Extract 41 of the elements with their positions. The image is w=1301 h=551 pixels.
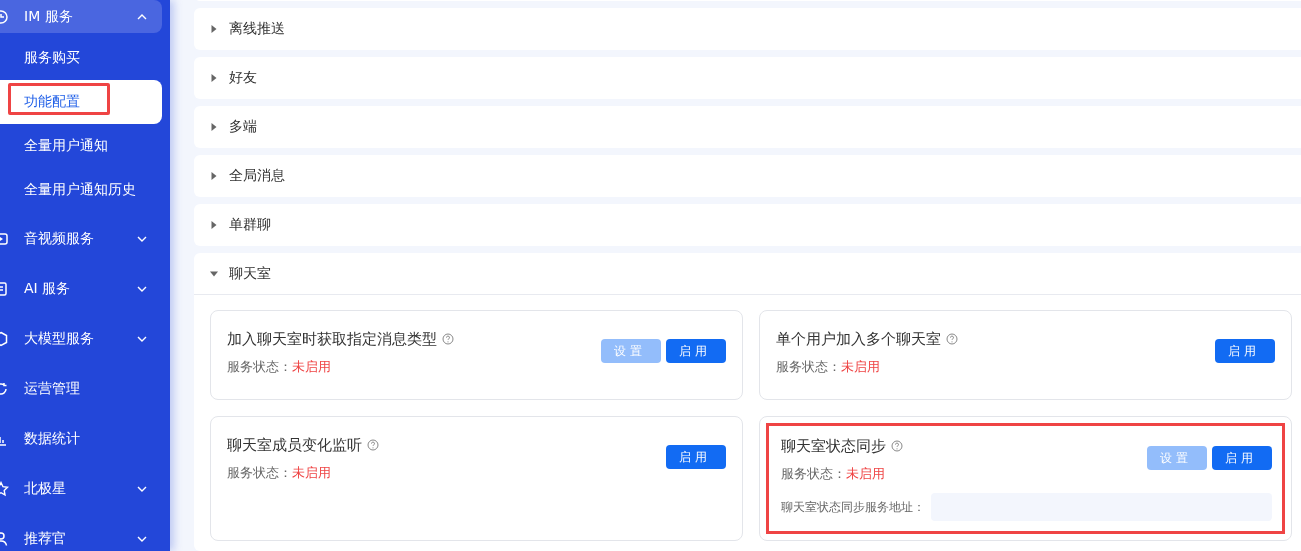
- card-title: 聊天室状态同步: [781, 437, 886, 455]
- sidebar-group[interactable]: AI 服务: [0, 264, 162, 314]
- caret-right-icon: [210, 25, 218, 33]
- panel-header[interactable]: 好友: [194, 57, 1301, 99]
- help-icon[interactable]: [442, 333, 454, 345]
- enable-button[interactable]: 启用: [666, 445, 726, 469]
- card-title: 加入聊天室时获取指定消息类型: [227, 330, 437, 348]
- service-status: 服务状态：未启用: [776, 359, 881, 376]
- enable-button[interactable]: 启用: [666, 339, 726, 363]
- caret-right-icon: [210, 123, 218, 131]
- panel-header[interactable]: 全局消息: [194, 155, 1301, 197]
- caret-down-icon: [210, 269, 218, 278]
- sidebar-group[interactable]: 大模型服务: [0, 314, 162, 364]
- help-icon[interactable]: [891, 440, 903, 452]
- field-label: 聊天室状态同步服务地址：: [781, 498, 925, 516]
- caret-right-icon: [210, 172, 218, 180]
- sidebar-group[interactable]: 运营管理: [0, 364, 162, 414]
- enable-button[interactable]: 启用: [1212, 446, 1272, 470]
- help-icon[interactable]: [367, 439, 379, 451]
- enable-button[interactable]: 启用: [1215, 339, 1275, 363]
- sidebar-group[interactable]: 数据统计: [0, 414, 162, 464]
- service-status: 服务状态：未启用: [781, 466, 886, 483]
- sidebar-item[interactable]: 全量用户通知历史: [0, 168, 162, 212]
- sidebar-group[interactable]: 音视频服务: [0, 214, 162, 264]
- sidebar-item[interactable]: 服务购买: [0, 36, 162, 80]
- panel-header[interactable]: 多端: [194, 106, 1301, 148]
- sidebar-group[interactable]: 推荐官: [0, 514, 162, 551]
- sidebar-item[interactable]: 全量用户通知: [0, 124, 162, 168]
- sidebar-group[interactable]: 北极星: [0, 464, 162, 514]
- sidebar-item[interactable]: 功能配置: [0, 80, 162, 124]
- card-title: 单个用户加入多个聊天室: [776, 330, 941, 348]
- caret-right-icon: [210, 74, 218, 82]
- service-status: 服务状态：未启用: [227, 359, 332, 376]
- service-status: 服务状态：未启用: [227, 465, 332, 482]
- sidebar-group[interactable]: IM 服务: [0, 0, 162, 33]
- panel-header[interactable]: 单群聊: [194, 204, 1301, 246]
- card-title: 聊天室成员变化监听: [227, 436, 362, 454]
- help-icon[interactable]: [946, 333, 958, 345]
- panel-header[interactable]: 离线推送: [194, 8, 1301, 50]
- caret-right-icon: [210, 221, 218, 229]
- panel-header[interactable]: 聊天室: [194, 253, 1301, 295]
